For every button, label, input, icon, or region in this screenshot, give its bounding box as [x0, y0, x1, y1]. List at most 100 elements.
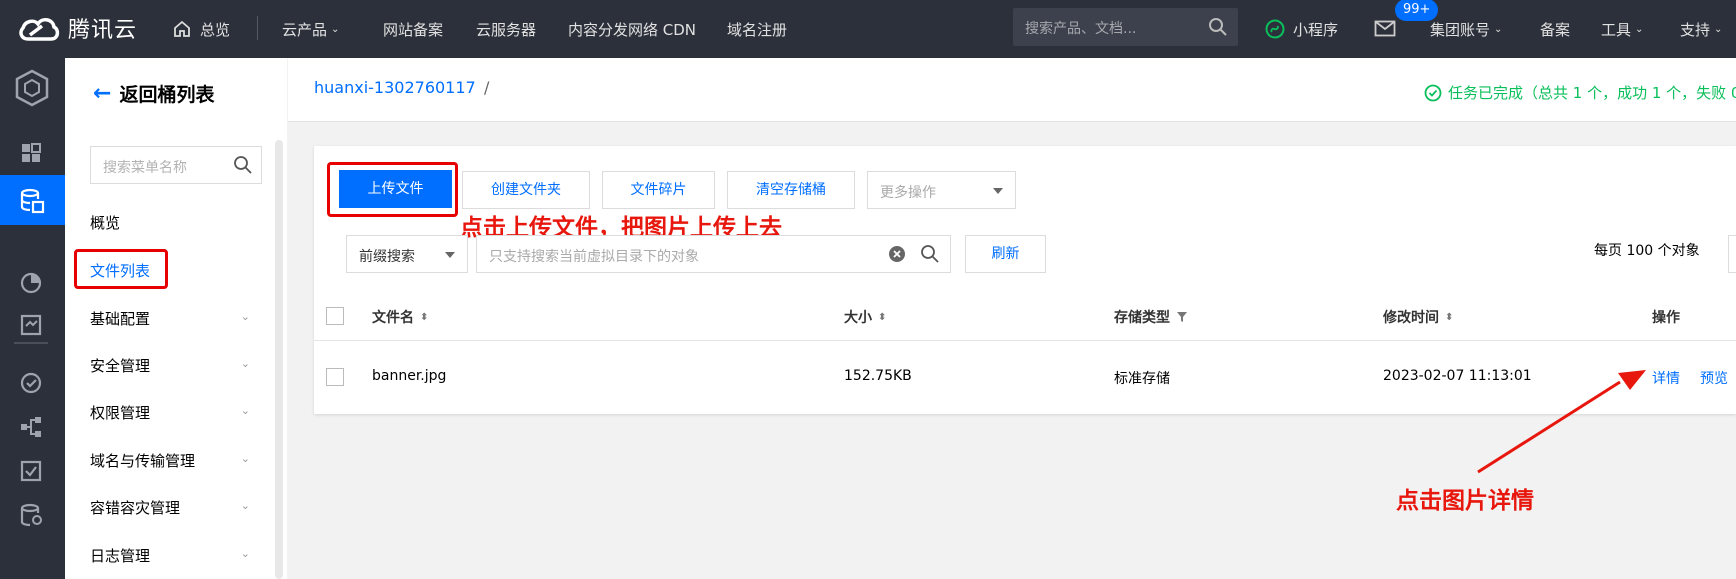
chevron-down-icon: ⌄	[1714, 23, 1723, 35]
column-header-label: 修改时间	[1383, 310, 1439, 326]
product-icon-bar	[0, 58, 65, 579]
menu-search-placeholder: 搜索菜单名称	[103, 160, 187, 176]
search-placeholder: 搜索产品、文档...	[1025, 21, 1137, 37]
mail-icon[interactable]	[1374, 20, 1396, 38]
icp-link[interactable]: 备案	[1540, 0, 1570, 58]
breadcrumb: huanxi-1302760117 / 任务已完成（总共 1 个，成功 1 个，…	[288, 58, 1736, 122]
sidebar-item-basic-config[interactable]: 基础配置 ⌄	[90, 308, 250, 329]
cube-icon[interactable]	[12, 68, 52, 108]
cloud-products-menu[interactable]: 云产品 ⌄	[282, 0, 339, 58]
sort-icon[interactable]: ⬍	[878, 312, 886, 323]
sidebar-scrollbar[interactable]	[275, 140, 283, 579]
column-header-name[interactable]: 文件名 ⬍	[372, 307, 428, 327]
nav-icp-filing[interactable]: 网站备案	[383, 0, 443, 58]
column-header-label: 大小	[844, 310, 872, 326]
nav-domain[interactable]: 域名注册	[727, 0, 787, 58]
clear-circle-icon[interactable]	[888, 245, 906, 263]
more-actions-select[interactable]: 更多操作	[867, 171, 1016, 209]
back-label: 返回桶列表	[119, 84, 215, 106]
sidebar-item-label: 安全管理	[90, 357, 151, 375]
column-header-size[interactable]: 大小 ⬍	[844, 307, 886, 327]
sidebar-item-logs[interactable]: 日志管理 ⌄	[90, 545, 250, 566]
chevron-down-icon: ⌄	[240, 547, 250, 560]
file-fragments-button[interactable]: 文件碎片	[602, 171, 715, 209]
nav-cdn[interactable]: 内容分发网络 CDN	[568, 0, 696, 58]
nav-cvm[interactable]: 云服务器	[476, 0, 536, 58]
page-size-label: 每页 100 个对象	[1594, 243, 1700, 259]
monitor-icon[interactable]	[18, 312, 44, 338]
leftbar-divider	[14, 342, 48, 344]
tools-label: 工具	[1601, 20, 1632, 39]
sidebar-item-domain-transfer[interactable]: 域名与传输管理 ⌄	[90, 450, 250, 471]
cloud-logo-icon	[19, 18, 60, 41]
security-check-icon[interactable]	[18, 370, 44, 396]
sidebar-item-label: 容错容灾管理	[90, 499, 181, 517]
sidebar-item-security[interactable]: 安全管理 ⌄	[90, 355, 250, 376]
menu-search-input[interactable]: 搜索菜单名称	[90, 146, 262, 184]
search-icon[interactable]	[920, 244, 940, 264]
overview-link[interactable]: 总览	[172, 0, 230, 58]
group-account-label: 集团账号	[1430, 20, 1491, 39]
topbar-search-input[interactable]: 搜索产品、文档...	[1013, 8, 1238, 46]
chevron-down-icon: ⌄	[240, 357, 250, 370]
sidebar-item-permissions[interactable]: 权限管理 ⌄	[90, 402, 250, 423]
nav-label: 内容分发网络 CDN	[568, 20, 697, 39]
tools-menu[interactable]: 工具 ⌄	[1601, 0, 1643, 58]
column-header-label: 文件名	[372, 310, 414, 326]
group-account-menu[interactable]: 集团账号 ⌄	[1430, 0, 1502, 58]
file-size-cell: 152.75KB	[844, 368, 912, 384]
task-status-text: 任务已完成（总共 1 个，成功 1 个，失败 0	[1448, 84, 1736, 102]
detail-link[interactable]: 详情	[1652, 368, 1680, 388]
mini-program-icon	[1265, 19, 1285, 39]
task-status[interactable]: 任务已完成（总共 1 个，成功 1 个，失败 0	[1424, 82, 1736, 103]
sidebar-item-label: 日志管理	[90, 547, 151, 565]
object-search-input[interactable]: 只支持搜索当前虚拟目录下的对象	[476, 235, 951, 273]
create-folder-button[interactable]: 创建文件夹	[462, 171, 590, 209]
active-product-cos[interactable]	[0, 175, 65, 225]
cloud-products-label: 云产品	[282, 20, 328, 39]
nav-label: 域名注册	[727, 20, 788, 39]
sort-icon[interactable]: ⬍	[420, 312, 428, 323]
file-name-cell[interactable]: banner.jpg	[372, 368, 446, 384]
column-header-modified[interactable]: 修改时间 ⬍	[1383, 307, 1453, 327]
column-header-actions: 操作	[1652, 307, 1680, 327]
topbar-separator	[257, 16, 258, 40]
arrow-left-icon: ←	[93, 81, 112, 106]
preview-link[interactable]: 预览	[1700, 368, 1728, 388]
sort-icon[interactable]: ⬍	[1445, 312, 1453, 323]
filter-icon[interactable]	[1176, 311, 1188, 323]
back-to-bucket-list[interactable]: ← 返回桶列表	[93, 80, 214, 107]
cos-sidebar: ← 返回桶列表 搜索菜单名称 概览 文件列表 基础配置 ⌄ 安全管理 ⌄ 权限管理 ⌄…	[65, 58, 287, 579]
row-checkbox[interactable]	[326, 368, 344, 386]
prefix-search-select[interactable]: 前缀搜索	[346, 235, 468, 273]
sidebar-item-disaster-recovery[interactable]: 容错容灾管理 ⌄	[90, 497, 250, 518]
column-header-label: 操作	[1652, 310, 1680, 326]
mini-program-link[interactable]: 小程序	[1265, 0, 1338, 58]
support-menu[interactable]: 支持 ⌄	[1680, 0, 1722, 58]
workflow-icon[interactable]	[18, 414, 44, 440]
dashboard-icon[interactable]	[18, 140, 44, 166]
column-header-label: 存储类型	[1114, 310, 1170, 326]
search-icon[interactable]	[233, 155, 253, 175]
pie-chart-icon[interactable]	[18, 270, 44, 296]
chevron-down-icon: ⌄	[1494, 23, 1503, 35]
object-search-placeholder: 只支持搜索当前虚拟目录下的对象	[489, 249, 699, 265]
file-list-highlight-box	[74, 249, 168, 289]
chevron-down-icon: ⌄	[331, 23, 340, 35]
storage-database-icon	[20, 188, 45, 214]
header-divider	[314, 340, 1736, 341]
nav-label: 网站备案	[383, 20, 444, 39]
column-header-storage[interactable]: 存储类型	[1114, 307, 1188, 327]
database-settings-icon[interactable]	[18, 502, 44, 528]
search-icon[interactable]	[1208, 17, 1228, 37]
sidebar-item-label: 域名与传输管理	[90, 452, 196, 470]
clear-bucket-button[interactable]: 清空存储桶	[727, 171, 855, 209]
bucket-name-link[interactable]: huanxi-1302760117	[314, 78, 476, 97]
pagination-control[interactable]	[1728, 235, 1736, 273]
sidebar-item-overview[interactable]: 概览	[90, 212, 250, 233]
task-check-icon[interactable]	[18, 458, 44, 484]
mini-program-label: 小程序	[1293, 20, 1339, 39]
select-all-checkbox[interactable]	[326, 307, 344, 325]
refresh-button[interactable]: 刷新	[965, 235, 1046, 273]
tencent-cloud-logo[interactable]: 腾讯云	[18, 12, 137, 44]
